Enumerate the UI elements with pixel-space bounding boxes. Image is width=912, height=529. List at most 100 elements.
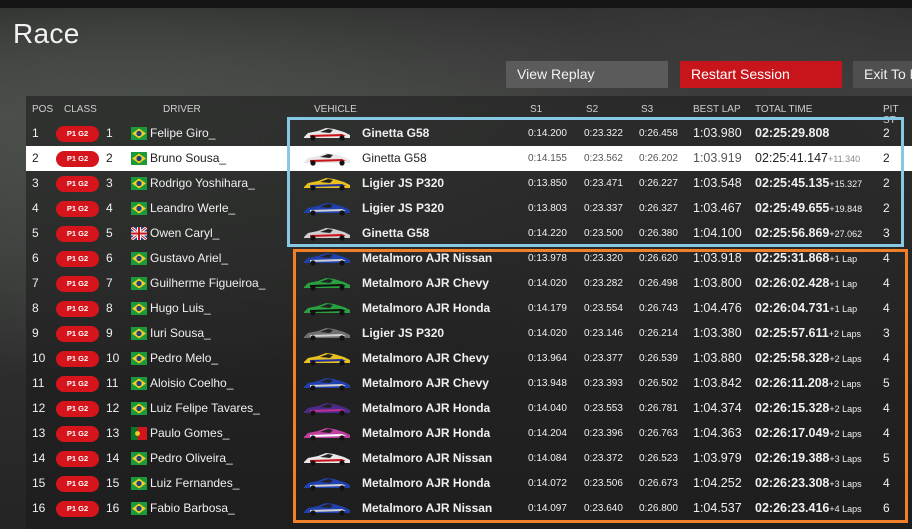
total-time: 02:25:41.147+11.340: [755, 146, 860, 171]
car-thumbnail: [304, 403, 350, 416]
position: 10: [32, 351, 46, 365]
total-time: 02:26:11.208+2 Laps: [755, 371, 861, 396]
table-row[interactable]: 6 P1 G2 6 Gustavo Ariel_ Metalmoro AJR Nissa…: [0, 246, 912, 271]
vehicle-name: Ligier JS P320: [362, 201, 445, 215]
col-s2[interactable]: S2: [586, 104, 598, 115]
table-row[interactable]: 2 P1 G2 2 Bruno Sousa_ Ginetta G58 0:14.155 0:…: [26, 146, 912, 171]
table-row[interactable]: 9 P1 G2 9 Iuri Sousa_ Ligier JS P320 0:14.020…: [0, 321, 912, 346]
gap-to-leader: +11.340: [828, 154, 861, 164]
car-number: 1: [106, 126, 113, 140]
car-number: 6: [106, 251, 113, 265]
sector-2-time: 0:23.322: [584, 128, 623, 139]
car-number: 14: [106, 451, 120, 465]
total-time-value: 02:25:45.135: [755, 176, 830, 190]
table-row[interactable]: 4 P1 G2 4 Leandro Werle_ Ligier JS P320 0:13.…: [0, 196, 912, 221]
view-replay-button[interactable]: View Replay: [506, 61, 668, 88]
total-time-value: 02:25:49.655: [755, 201, 830, 215]
brazil-flag-icon: [131, 327, 147, 340]
table-row[interactable]: 11 P1 G2 11 Aloisio Coelho_ Metalmoro AJR Ch…: [0, 371, 912, 396]
col-best-lap[interactable]: BEST LAP: [693, 104, 741, 115]
car-number: 16: [106, 501, 120, 515]
pit-stops: 2: [883, 151, 890, 165]
brazil-flag-icon: [131, 302, 147, 315]
pit-stops: 4: [883, 301, 890, 315]
sector-2-time: 0:23.506: [584, 478, 623, 489]
sector-3-time: 0:26.502: [639, 378, 678, 389]
table-row[interactable]: 13 P1 G2 13 Paulo Gomes_ Metalmoro AJR Honda…: [0, 421, 912, 446]
table-row[interactable]: 5 P1 G2 5 Owen Caryl_ Ginetta G58 0:14.220 0:2…: [0, 221, 912, 246]
sector-2-time: 0:23.471: [584, 178, 623, 189]
results-table: 1 P1 G2 1 Felipe Giro_ Ginetta G58 0:14.200 0:…: [0, 121, 912, 521]
class-badge: P1 G2: [56, 126, 99, 142]
table-row[interactable]: 12 P1 G2 12 Luiz Felipe Tavares_ Metalmoro A…: [0, 396, 912, 421]
vehicle-name: Metalmoro AJR Honda: [362, 476, 491, 490]
sector-1-time: 0:13.948: [528, 378, 567, 389]
total-time-value: 02:26:19.388: [755, 451, 830, 465]
sector-3-time: 0:26.202: [639, 153, 678, 164]
col-class[interactable]: CLASS: [64, 104, 97, 115]
exit-button[interactable]: Exit To M: [853, 61, 912, 88]
gap-to-leader: +1 Lap: [829, 304, 858, 314]
sector-1-time: 0:14.200: [528, 128, 567, 139]
best-lap-time: 1:03.800: [693, 276, 742, 290]
total-time-value: 02:26:17.049: [755, 426, 830, 440]
table-row[interactable]: 15 P1 G2 15 Luiz Fernandes_ Metalmoro AJR Ho…: [0, 471, 912, 496]
best-lap-time: 1:03.380: [693, 326, 742, 340]
col-total-time[interactable]: TOTAL TIME: [755, 104, 812, 115]
total-time: 02:26:04.731+1 Lap: [755, 296, 857, 321]
class-badge: P1 G2: [56, 276, 99, 292]
driver-name: Bruno Sousa_: [150, 151, 227, 165]
class-badge: P1 G2: [56, 201, 99, 217]
sector-2-time: 0:23.500: [584, 228, 623, 239]
class-badge: P1 G2: [56, 301, 99, 317]
sector-2-time: 0:23.553: [584, 403, 623, 414]
car-thumbnail: [304, 328, 350, 341]
portugal-flag-icon: [131, 427, 147, 440]
best-lap-time: 1:03.919: [693, 151, 742, 165]
col-vehicle[interactable]: VEHICLE: [314, 104, 357, 115]
sector-3-time: 0:26.214: [639, 328, 678, 339]
table-row[interactable]: 8 P1 G2 8 Hugo Luis_ Metalmoro AJR Honda 0:14…: [0, 296, 912, 321]
sector-1-time: 0:14.204: [528, 428, 567, 439]
brazil-flag-icon: [131, 202, 147, 215]
sector-1-time: 0:14.072: [528, 478, 567, 489]
col-s1[interactable]: S1: [530, 104, 542, 115]
driver-name: Paulo Gomes_: [150, 426, 230, 440]
col-driver[interactable]: DRIVER: [163, 104, 201, 115]
position: 13: [32, 426, 46, 440]
sector-1-time: 0:14.220: [528, 228, 567, 239]
col-pos[interactable]: POS: [32, 104, 53, 115]
pit-stops: 4: [883, 251, 890, 265]
best-lap-time: 1:04.537: [693, 501, 742, 515]
car-thumbnail: [304, 428, 350, 441]
total-time: 02:26:02.428+1 Lap: [755, 271, 857, 296]
table-row[interactable]: 3 P1 G2 3 Rodrigo Yoshihara_ Ligier JS P320 0…: [0, 171, 912, 196]
table-row[interactable]: 16 P1 G2 16 Fabio Barbosa_ Metalmoro AJR Nis…: [0, 496, 912, 521]
table-row[interactable]: 1 P1 G2 1 Felipe Giro_ Ginetta G58 0:14.200 0:…: [0, 121, 912, 146]
pit-stops: 4: [883, 426, 890, 440]
car-thumbnail: [304, 203, 350, 216]
position: 6: [32, 251, 39, 265]
sector-2-time: 0:23.282: [584, 278, 623, 289]
sector-1-time: 0:14.040: [528, 403, 567, 414]
table-row[interactable]: 14 P1 G2 14 Pedro Oliveira_ Metalmoro AJR Ni…: [0, 446, 912, 471]
best-lap-time: 1:03.548: [693, 176, 742, 190]
gap-to-leader: +3 Laps: [829, 454, 862, 464]
class-badge: P1 G2: [56, 151, 99, 167]
pit-stops: 5: [883, 451, 890, 465]
restart-session-button[interactable]: Restart Session: [680, 61, 842, 88]
total-time: 02:26:23.416+4 Laps: [755, 496, 862, 521]
car-number: 7: [106, 276, 113, 290]
position: 5: [32, 226, 39, 240]
driver-name: Fabio Barbosa_: [150, 501, 235, 515]
total-time-value: 02:26:23.416: [755, 501, 830, 515]
table-row[interactable]: 7 P1 G2 7 Guilherme Figueiroa_ Metalmoro AJR…: [0, 271, 912, 296]
table-row[interactable]: 10 P1 G2 10 Pedro Melo_ Metalmoro AJR Chevy 0…: [0, 346, 912, 371]
car-number: 2: [106, 151, 113, 165]
vehicle-name: Metalmoro AJR Honda: [362, 401, 491, 415]
car-thumbnail: [304, 128, 350, 141]
car-thumbnail: [304, 303, 350, 316]
gap-to-leader: +15.327: [829, 179, 863, 189]
position: 15: [32, 476, 46, 490]
col-s3[interactable]: S3: [641, 104, 653, 115]
